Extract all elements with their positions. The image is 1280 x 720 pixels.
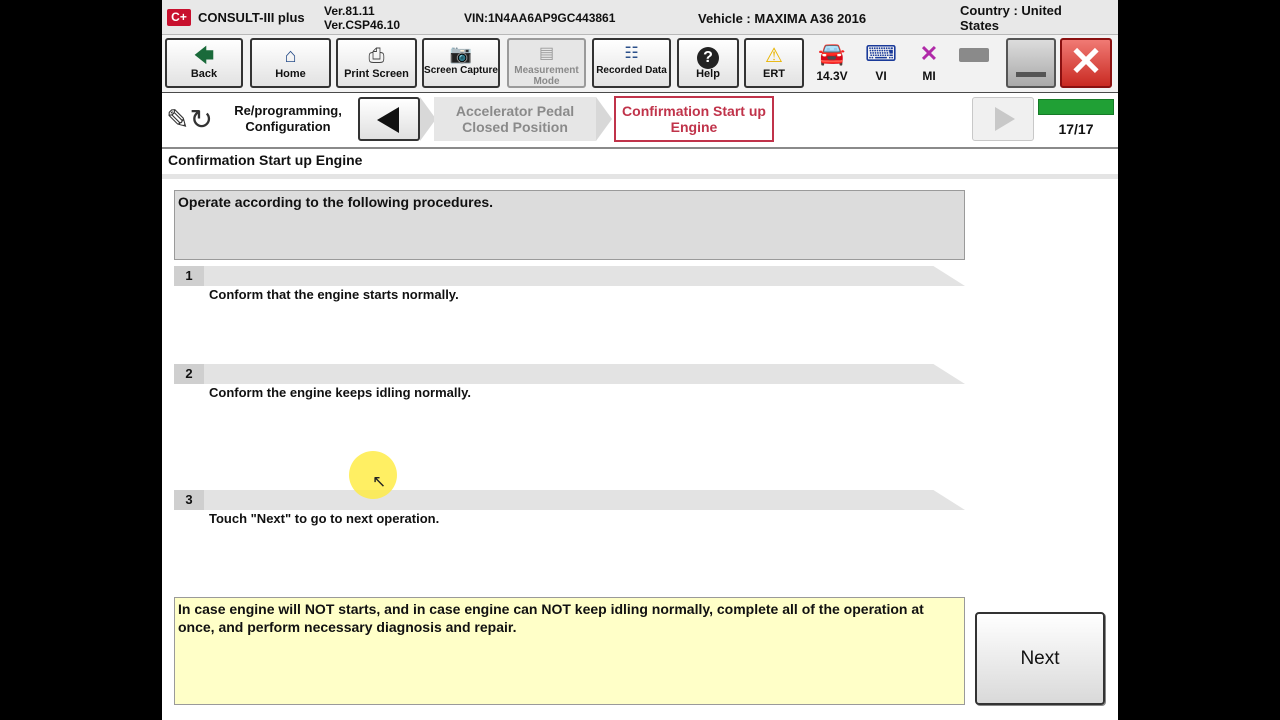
close-icon: ✕ (1069, 40, 1103, 84)
step-text: Touch "Next" to go to next operation. (209, 511, 440, 526)
vi-status: ⌨ VI (859, 39, 903, 83)
step-header (174, 266, 965, 286)
toolbar: 🡄 Back ⌂ Home ⎙ Print Screen 📷 Screen Ca… (162, 35, 1118, 94)
left-arrow-icon (377, 107, 399, 133)
recorded-data-button[interactable]: ☷ Recorded Data (592, 38, 671, 88)
version-main: Ver.81.11 (324, 4, 375, 18)
title-bar: C+ CONSULT-III plus Ver.81.11 Ver.CSP46.… (162, 0, 1118, 35)
battery-status (952, 39, 996, 69)
minimize-button[interactable] (1006, 38, 1056, 88)
mi-disconnected-icon: ✕ (919, 41, 939, 66)
next-button[interactable]: Next (975, 612, 1105, 705)
step-header (174, 364, 965, 384)
title-divider (162, 174, 1118, 179)
mouse-cursor-icon: ↖ (372, 472, 387, 491)
recorded-data-icon: ☷ (624, 45, 639, 62)
battery-icon (952, 39, 996, 69)
step-number: 3 (174, 490, 204, 510)
step-text: Conform the engine keeps idling normally… (209, 385, 471, 400)
consult-app-window: C+ CONSULT-III plus Ver.81.11 Ver.CSP46.… (162, 0, 1118, 720)
app-name: CONSULT-III plus (198, 10, 305, 25)
mi-status: ✕ MI (907, 39, 951, 83)
warning-icon: ⚠ (765, 45, 783, 67)
current-step-label: Confirmation Start up Engine (614, 96, 774, 142)
close-button[interactable]: ✕ (1060, 38, 1112, 88)
vehicle-label: Vehicle : MAXIMA A36 2016 (698, 11, 867, 26)
step-number: 1 (174, 266, 204, 286)
help-button[interactable]: ? Help (677, 38, 739, 88)
section-label: Re/programming, Configuration (234, 103, 342, 134)
previous-step-label: Accelerator Pedal Closed Position (434, 97, 596, 141)
warning-box: In case engine will NOT starts, and in c… (174, 597, 965, 705)
instruction-box: Operate according to the following proce… (174, 190, 965, 260)
back-button[interactable]: 🡄 Back (165, 38, 243, 88)
version-csp: Ver.CSP46.10 (324, 18, 401, 32)
app-logo: C+ (167, 9, 191, 26)
step-navigation: ✎↻ Re/programming, Configuration Acceler… (162, 93, 1118, 149)
warning-text: In case engine will NOT starts, and in c… (178, 601, 924, 635)
car-icon: 🚘 (818, 41, 846, 66)
reprogramming-icon: ✎↻ (166, 104, 213, 135)
step-number: 2 (174, 364, 204, 384)
back-arrow-icon: 🡄 (193, 45, 215, 67)
previous-step-button[interactable] (358, 97, 420, 141)
battery-voltage-status: 🚘 14.3V (810, 39, 854, 83)
next-step-button-disabled (972, 97, 1034, 141)
step-counter: 17/17 (1058, 121, 1094, 137)
page-title: Confirmation Start up Engine (168, 152, 363, 168)
step-separator (596, 97, 612, 141)
vin-label: VIN:1N4AA6AP9GC443861 (464, 11, 616, 25)
vi-device-icon: ⌨ (865, 41, 897, 66)
minimize-icon (1016, 72, 1046, 77)
step-text: Conform that the engine starts normally. (209, 287, 459, 302)
step-header (174, 490, 965, 510)
screen-capture-button[interactable]: 📷 Screen Capture (422, 38, 500, 88)
measurement-mode-button[interactable]: ▤ Measurement Mode (507, 38, 586, 88)
instruction-text: Operate according to the following proce… (178, 194, 494, 210)
country-label: Country : United States (960, 3, 1062, 33)
home-icon: ⌂ (284, 45, 297, 67)
home-button[interactable]: ⌂ Home (250, 38, 331, 88)
camera-icon: 📷 (449, 44, 473, 64)
ert-button[interactable]: ⚠ ERT (744, 38, 804, 88)
printer-icon: ⎙ (368, 45, 385, 67)
progress-bar (1038, 99, 1114, 115)
print-screen-button[interactable]: ⎙ Print Screen (336, 38, 417, 88)
measurement-icon: ▤ (538, 45, 555, 62)
help-icon: ? (679, 43, 737, 69)
right-arrow-icon (995, 107, 1015, 131)
